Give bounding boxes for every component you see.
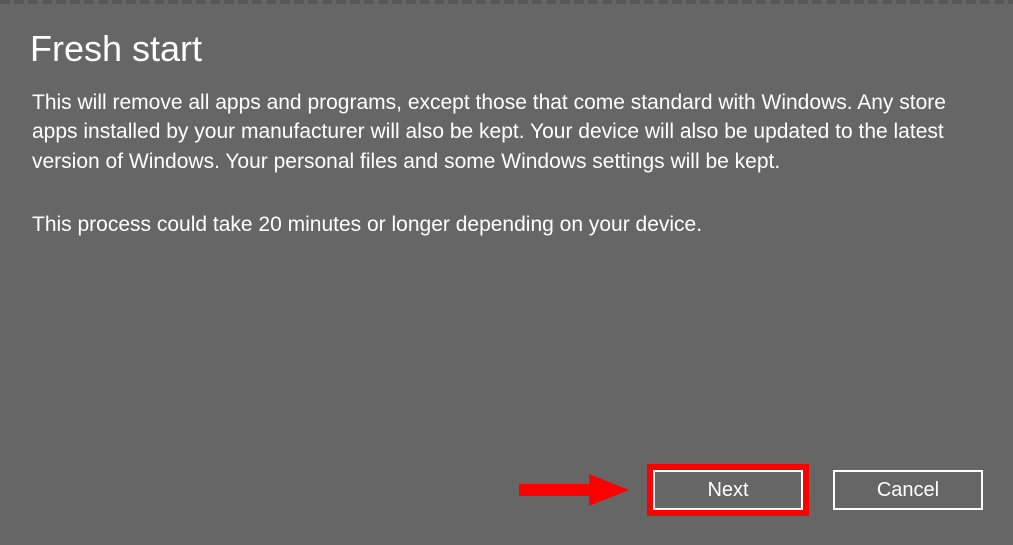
next-button[interactable]: Next [653,470,803,510]
annotation-arrow-icon [519,470,629,510]
dialog-title: Fresh start [0,0,1013,70]
dialog-description-1: This will remove all apps and programs, … [0,70,1013,176]
dialog-description-2: This process could take 20 minutes or lo… [0,176,1013,239]
window-top-edge [0,0,1013,4]
cancel-button[interactable]: Cancel [833,470,983,510]
dialog-button-row: Next Cancel [519,470,983,510]
